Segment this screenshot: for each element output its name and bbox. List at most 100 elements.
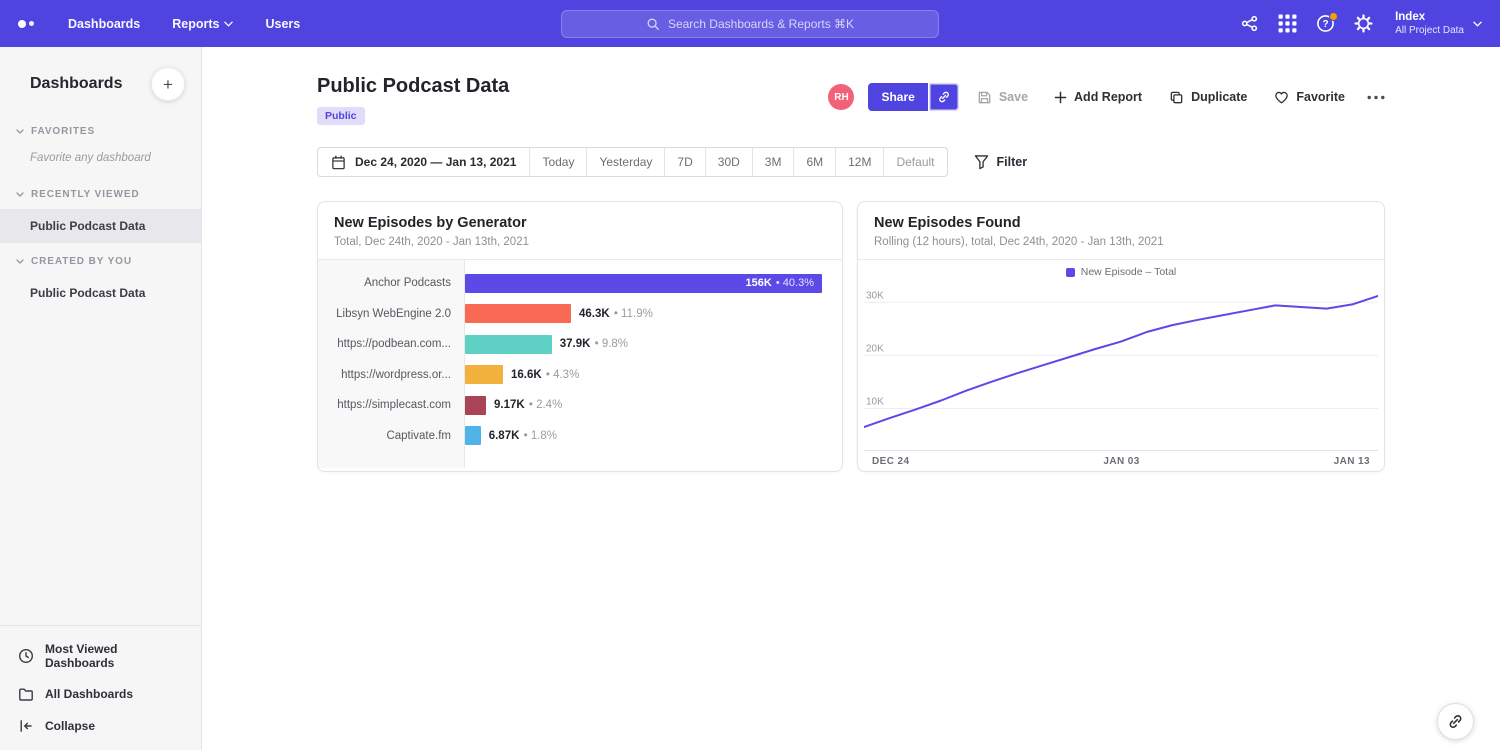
more-dots-icon [1367, 95, 1385, 100]
duplicate-button[interactable]: Duplicate [1169, 90, 1247, 105]
link-icon [937, 90, 951, 104]
bar-chart-subtitle: Total, Dec 24th, 2020 - Jan 13th, 2021 [334, 236, 826, 248]
section-favorites-label: FAVORITES [31, 126, 95, 137]
apps-grid-icon[interactable] [1273, 10, 1301, 38]
logo[interactable] [18, 20, 34, 28]
bar-segment[interactable] [465, 426, 481, 445]
share-split-button: Share [868, 83, 958, 111]
nav-users[interactable]: Users [265, 17, 300, 31]
bar-chart-card: New Episodes by Generator Total, Dec 24t… [317, 201, 843, 472]
all-dashboards-label: All Dashboards [45, 687, 133, 701]
preset-30d[interactable]: 30D [706, 148, 753, 176]
settings-gear-icon[interactable] [1349, 10, 1377, 38]
integrations-icon[interactable] [1235, 10, 1263, 38]
more-options-button[interactable] [1367, 95, 1385, 100]
page-title: Public Podcast Data [317, 75, 509, 98]
copy-link-button[interactable] [929, 83, 959, 111]
bar-segment[interactable] [465, 304, 571, 323]
svg-text:?: ? [1322, 19, 1328, 30]
bar-row: Anchor Podcasts156K • 40.3% [318, 268, 842, 299]
preset-today[interactable]: Today [530, 148, 587, 176]
add-report-button[interactable]: Add Report [1054, 90, 1142, 104]
bar-track: 6.87K • 1.8% [465, 426, 822, 445]
search-icon [646, 17, 660, 31]
x-tick-mid: JAN 03 [1103, 456, 1139, 467]
bar-row: https://wordpress.or... 16.6K • 4.3% [318, 360, 842, 391]
section-favorites[interactable]: FAVORITES [0, 117, 201, 146]
sidebar-item-public-podcast-data-created[interactable]: Public Podcast Data [0, 276, 201, 310]
bar-track: 9.17K • 2.4% [465, 396, 822, 415]
filter-funnel-icon [974, 154, 989, 170]
x-tick-start: DEC 24 [872, 456, 909, 467]
sidebar-title: Dashboards [30, 75, 122, 93]
help-icon[interactable]: ? [1311, 10, 1339, 38]
bar-segment[interactable] [465, 396, 486, 415]
nav-dashboards[interactable]: Dashboards [68, 17, 140, 31]
line-chart-card: New Episodes Found Rolling (12 hours), t… [857, 201, 1385, 472]
preset-default[interactable]: Default [884, 148, 946, 176]
svg-text:10K: 10K [866, 397, 884, 408]
page-actions: RH Share Save Add Report [828, 83, 1385, 111]
add-dashboard-button[interactable]: + [151, 67, 185, 101]
primary-nav: Dashboards Reports Users [68, 17, 300, 31]
calendar-icon [331, 155, 346, 170]
line-chart-subtitle: Rolling (12 hours), total, Dec 24th, 202… [874, 236, 1368, 248]
save-label: Save [999, 90, 1028, 104]
collapse-sidebar-button[interactable]: Collapse [0, 710, 201, 742]
bar-track: 16.6K • 4.3% [465, 365, 822, 384]
link-icon [1447, 713, 1464, 730]
preset-7d[interactable]: 7D [665, 148, 705, 176]
preset-12m[interactable]: 12M [836, 148, 884, 176]
bar-segment[interactable] [465, 365, 503, 384]
all-dashboards-button[interactable]: All Dashboards [0, 678, 201, 710]
main-content: Public Podcast Data Public RH Share Save [202, 47, 1500, 750]
copy-link-fab[interactable] [1437, 703, 1474, 740]
save-button[interactable]: Save [977, 90, 1028, 105]
save-icon [977, 90, 992, 105]
date-range-picker[interactable]: Dec 24, 2020 — Jan 13, 2021 [318, 148, 530, 176]
collapse-label: Collapse [45, 719, 95, 733]
sidebar-item-public-podcast-data[interactable]: Public Podcast Data [0, 209, 201, 243]
bar-chart-title: New Episodes by Generator [334, 215, 826, 231]
project-subtitle: All Project Data [1395, 25, 1464, 36]
line-series[interactable] [864, 296, 1378, 427]
preset-3m[interactable]: 3M [753, 148, 795, 176]
filter-button[interactable]: Filter [974, 154, 1028, 170]
chevron-down-icon [1473, 21, 1482, 27]
bar-segment[interactable]: 156K • 40.3% [465, 274, 822, 293]
favorite-button[interactable]: Favorite [1274, 90, 1345, 105]
avatar[interactable]: RH [828, 84, 854, 110]
bar-segment[interactable] [465, 335, 552, 354]
bar-category-label: https://podbean.com... [318, 338, 465, 350]
most-viewed-dashboards-button[interactable]: Most Viewed Dashboards [0, 634, 201, 678]
section-created-by-you[interactable]: CREATED BY YOU [0, 247, 201, 276]
project-name: Index [1395, 11, 1464, 23]
preset-yesterday[interactable]: Yesterday [587, 148, 665, 176]
global-search-input[interactable]: Search Dashboards & Reports ⌘K [561, 10, 939, 38]
folder-icon [18, 686, 34, 702]
favorites-empty-hint: Favorite any dashboard [0, 146, 201, 176]
bar-value-label: 37.9K • 9.8% [560, 338, 628, 350]
chevron-down-icon [16, 129, 24, 134]
chevron-down-icon [16, 259, 24, 264]
nav-reports[interactable]: Reports [172, 17, 233, 31]
bar-row: https://simplecast.com9.17K • 2.4% [318, 390, 842, 421]
share-button[interactable]: Share [868, 83, 927, 111]
nav-right: ? Index All Project Data [1235, 10, 1482, 38]
bar-track: 156K • 40.3% [465, 274, 822, 293]
duplicate-label: Duplicate [1191, 90, 1247, 104]
sidebar: Dashboards + FAVORITES Favorite any dash… [0, 47, 202, 750]
section-recently-viewed[interactable]: RECENTLY VIEWED [0, 180, 201, 209]
bar-track: 46.3K • 11.9% [465, 304, 822, 323]
bar-category-label: https://wordpress.or... [318, 369, 465, 381]
bar-value-label: 16.6K • 4.3% [511, 369, 579, 381]
chart-legend: New Episode – Total [864, 263, 1378, 281]
date-range-group: Dec 24, 2020 — Jan 13, 2021 Today Yester… [317, 147, 948, 177]
top-nav: Dashboards Reports Users Search Dashboar… [0, 0, 1500, 47]
filter-label: Filter [997, 155, 1028, 169]
bar-category-label: Libsyn WebEngine 2.0 [318, 308, 465, 320]
bar-category-label: https://simplecast.com [318, 399, 465, 411]
preset-6m[interactable]: 6M [794, 148, 836, 176]
project-switcher[interactable]: Index All Project Data [1395, 11, 1482, 36]
line-plot[interactable]: 10K20K30K [864, 281, 1378, 451]
